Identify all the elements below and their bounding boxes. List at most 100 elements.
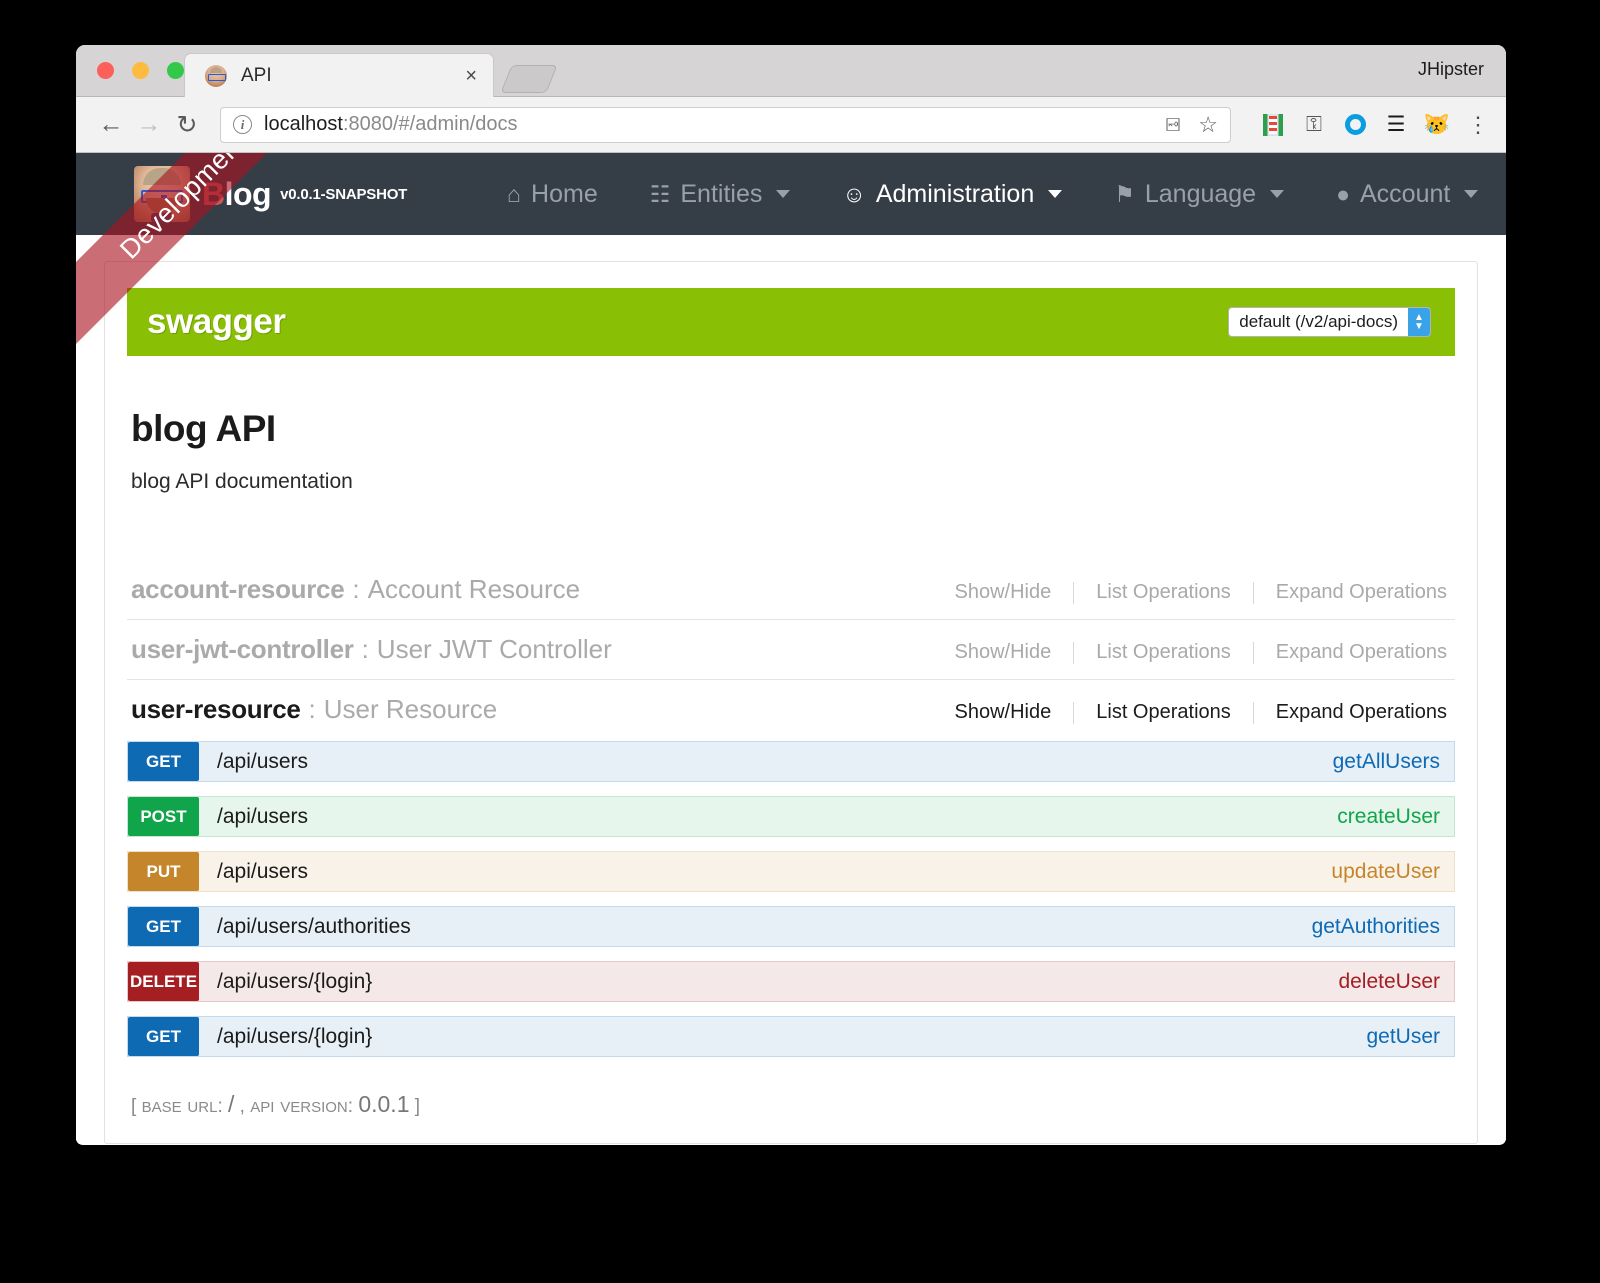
- reload-button[interactable]: ↻: [168, 106, 206, 144]
- cat-icon[interactable]: 😿: [1424, 113, 1450, 137]
- select-arrows-icon: ▲ ▼: [1408, 308, 1430, 336]
- circle-o-icon[interactable]: [1343, 113, 1367, 137]
- minimize-window-button[interactable]: [132, 62, 149, 79]
- resource-separator: :: [308, 694, 316, 724]
- new-tab-button[interactable]: [500, 65, 558, 93]
- resource-user-resource[interactable]: user-resource : User Resource Show/Hide …: [127, 680, 1455, 739]
- operation-path: /api/users: [217, 749, 309, 773]
- chevron-down-icon: [1464, 190, 1479, 198]
- page-description: blog API documentation: [131, 470, 353, 493]
- operation-row[interactable]: GET /api/users/authorities getAuthoritie…: [127, 906, 1455, 947]
- nav-item-language[interactable]: ⚑ Language: [1114, 180, 1285, 209]
- flag-icon: ⚑: [1114, 180, 1135, 207]
- home-icon: ⌂: [507, 180, 522, 207]
- resource-actions: Show/Hide List Operations Expand Operati…: [933, 641, 1451, 664]
- omnibox-icons: ⚿ ☆: [1162, 112, 1218, 138]
- operation-row[interactable]: GET /api/users/{login} getUser: [127, 1016, 1455, 1057]
- http-method-badge: POST: [128, 797, 199, 836]
- layers-icon[interactable]: ☰: [1384, 113, 1408, 137]
- browser-tabstrip: API × JHipster: [76, 45, 1506, 97]
- api-version-value: 0.0.1: [358, 1091, 410, 1117]
- operation-nickname[interactable]: getAuthorities: [1312, 915, 1440, 939]
- operation-nickname[interactable]: getUser: [1366, 1025, 1440, 1049]
- browser-window: API × JHipster ← → ↻ i localhost:8080/#/…: [76, 45, 1506, 1145]
- url-host: localhost: [264, 113, 343, 135]
- show-hide-link[interactable]: Show/Hide: [933, 641, 1074, 664]
- nav-item-entities[interactable]: ☷ Entities: [650, 180, 791, 209]
- operation-nickname[interactable]: createUser: [1337, 805, 1440, 829]
- privacy-shield-icon[interactable]: ⚿: [1302, 113, 1326, 137]
- resource-name: account-resource: [131, 574, 345, 604]
- api-spec-select[interactable]: default (/v2/api-docs) ▲ ▼: [1228, 307, 1431, 337]
- chevron-down-icon: [776, 190, 791, 198]
- bookmark-star-icon[interactable]: ☆: [1198, 112, 1218, 138]
- resource-description: Account Resource: [367, 574, 581, 604]
- nav-item-administration[interactable]: ☺ Administration: [842, 179, 1063, 209]
- expand-operations-link[interactable]: Expand Operations: [1254, 701, 1451, 724]
- lighthouse-icon[interactable]: [1261, 113, 1285, 137]
- api-version-label: api version: [250, 1094, 348, 1117]
- browser-menu-icon[interactable]: ⋮: [1466, 112, 1490, 137]
- list-icon: ☷: [649, 180, 671, 207]
- show-hide-link[interactable]: Show/Hide: [933, 581, 1074, 604]
- list-operations-link[interactable]: List Operations: [1074, 641, 1253, 664]
- close-icon[interactable]: ×: [461, 66, 481, 86]
- close-window-button[interactable]: [97, 62, 114, 79]
- docs-card: swagger default (/v2/api-docs) ▲ ▼ blog A…: [104, 261, 1478, 1144]
- resource-name: user-jwt-controller: [131, 634, 354, 664]
- brand-version: v0.0.1-SNAPSHOT: [280, 185, 408, 203]
- nav-item-home[interactable]: ⌂ Home: [507, 180, 598, 209]
- maximize-window-button[interactable]: [167, 62, 184, 79]
- operation-path: /api/users/{login}: [217, 1024, 373, 1048]
- password-key-icon[interactable]: ⚿: [1161, 118, 1182, 132]
- brand-link[interactable]: Blog v0.0.1-SNAPSHOT: [134, 166, 407, 222]
- jhipster-logo-icon: [134, 166, 190, 222]
- operation-nickname[interactable]: getAllUsers: [1333, 750, 1440, 774]
- browser-toolbar: ← → ↻ i localhost:8080/#/admin/docs ⚿ ☆ …: [76, 97, 1506, 153]
- chevron-down-icon: [1048, 190, 1063, 198]
- app-navbar: Blog v0.0.1-SNAPSHOT ⌂ Home ☷ Entities ☺…: [76, 153, 1506, 235]
- expand-operations-link[interactable]: Expand Operations: [1254, 641, 1451, 664]
- list-operations-link[interactable]: List Operations: [1074, 581, 1253, 604]
- browser-tab[interactable]: API ×: [184, 53, 494, 97]
- operation-row[interactable]: PUT /api/users updateUser: [127, 851, 1455, 892]
- extension-bar: ⚿ ☰ 😿 ⋮: [1261, 112, 1490, 137]
- forward-button[interactable]: →: [130, 106, 168, 144]
- user-plus-icon: ☺: [842, 180, 866, 207]
- resource-description: User Resource: [323, 694, 498, 724]
- nav-item-label: Administration: [875, 179, 1035, 208]
- operation-path: /api/users: [217, 859, 309, 883]
- tab-title: API: [241, 64, 272, 86]
- operation-row[interactable]: DELETE /api/users/{login} deleteUser: [127, 961, 1455, 1002]
- address-bar[interactable]: i localhost:8080/#/admin/docs ⚿ ☆: [220, 106, 1231, 143]
- http-method-badge: GET: [128, 1017, 199, 1056]
- operation-row[interactable]: POST /api/users createUser: [127, 796, 1455, 837]
- site-info-icon[interactable]: i: [233, 115, 252, 134]
- resource-actions: Show/Hide List Operations Expand Operati…: [933, 581, 1451, 604]
- resource-separator: :: [352, 574, 360, 604]
- operation-row[interactable]: GET /api/users getAllUsers: [127, 741, 1455, 782]
- list-operations-link[interactable]: List Operations: [1074, 701, 1253, 724]
- jhipster-avatar-icon: [205, 64, 227, 87]
- back-button[interactable]: ←: [92, 106, 130, 144]
- resource-account-resource[interactable]: account-resource : Account Resource Show…: [127, 560, 1455, 620]
- swagger-body: blog API blog API documentation account-…: [105, 408, 1477, 1118]
- brand-title: Blog: [202, 176, 272, 213]
- window-user-label: JHipster: [1417, 59, 1484, 79]
- http-method-badge: PUT: [128, 852, 199, 891]
- operation-list: GET /api/users getAllUsers POST /api/use…: [127, 741, 1455, 1057]
- operation-nickname[interactable]: deleteUser: [1338, 970, 1440, 994]
- footer-open-bracket: [: [131, 1096, 137, 1117]
- footer-close-bracket: ]: [414, 1096, 421, 1117]
- nav-item-account[interactable]: ● Account: [1336, 179, 1479, 209]
- show-hide-link[interactable]: Show/Hide: [933, 701, 1074, 724]
- resource-list: account-resource : Account Resource Show…: [127, 560, 1455, 1118]
- user-icon: ●: [1336, 180, 1350, 207]
- url-text: localhost:8080/#/admin/docs: [264, 113, 518, 136]
- expand-operations-link[interactable]: Expand Operations: [1254, 581, 1451, 604]
- resource-user-jwt-controller[interactable]: user-jwt-controller : User JWT Controlle…: [127, 620, 1455, 680]
- nav-item-label: Account: [1360, 179, 1451, 208]
- chevron-down-icon: [1270, 190, 1285, 198]
- url-path: :8080/#/admin/docs: [342, 113, 518, 135]
- operation-nickname[interactable]: updateUser: [1331, 860, 1440, 884]
